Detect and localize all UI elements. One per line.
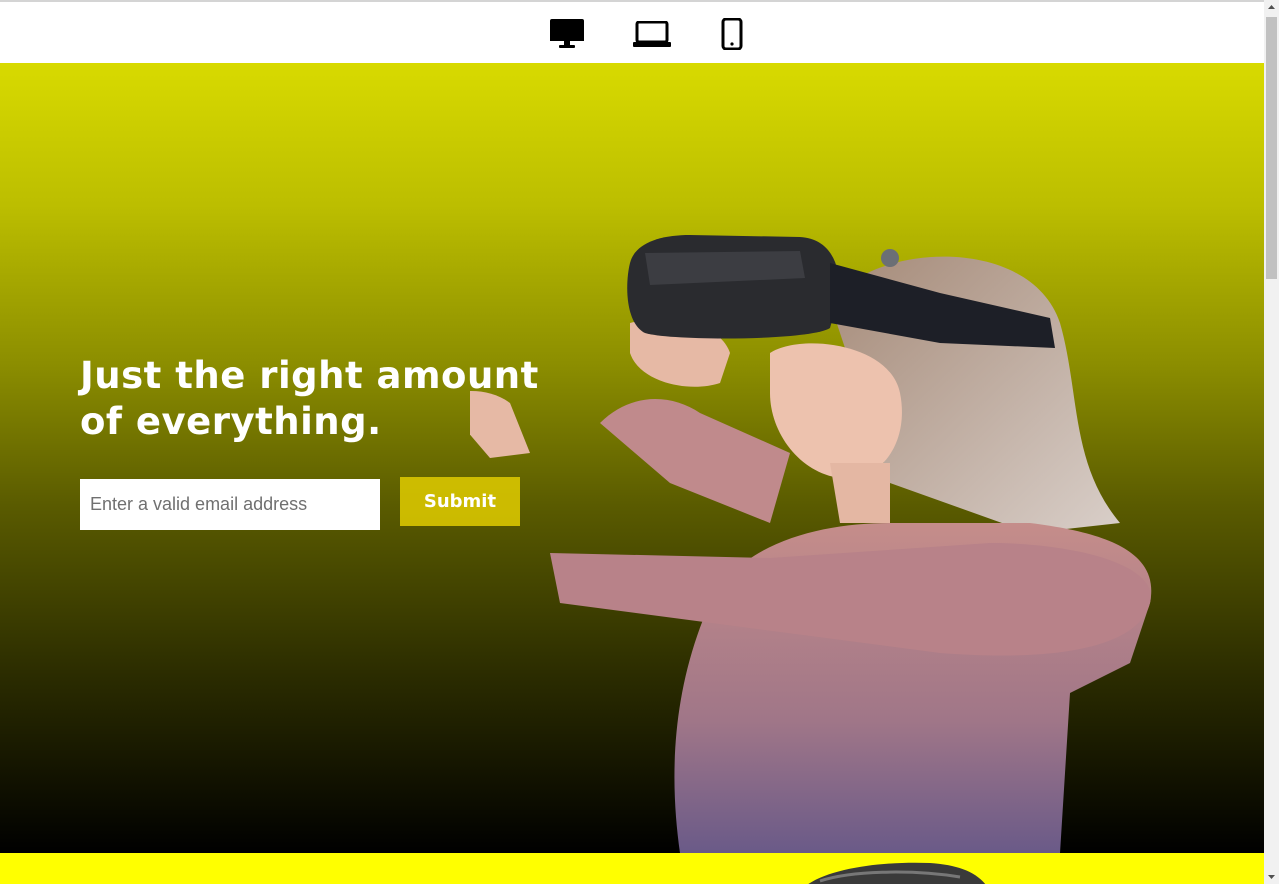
yellow-section: [0, 853, 1264, 884]
hero-title-line1: Just the right amount: [80, 354, 539, 397]
vr-woman-image: [470, 235, 1152, 853]
email-input[interactable]: [80, 479, 380, 530]
desktop-icon[interactable]: [549, 18, 585, 55]
person-image: [808, 862, 986, 884]
scroll-down-icon[interactable]: [1264, 869, 1279, 884]
hero-section: Just the right amount of everything. Sub…: [0, 63, 1264, 853]
laptop-icon[interactable]: [633, 20, 671, 53]
hero-title: Just the right amount of everything.: [80, 353, 600, 445]
vertical-scrollbar[interactable]: [1264, 0, 1279, 884]
hero-title-line2: of everything.: [80, 400, 382, 443]
mobile-icon[interactable]: [721, 17, 743, 55]
device-toolbar: [0, 2, 1264, 63]
submit-button[interactable]: Submit: [400, 477, 520, 526]
scrollbar-thumb[interactable]: [1266, 17, 1277, 279]
scroll-up-icon[interactable]: [1264, 0, 1279, 15]
